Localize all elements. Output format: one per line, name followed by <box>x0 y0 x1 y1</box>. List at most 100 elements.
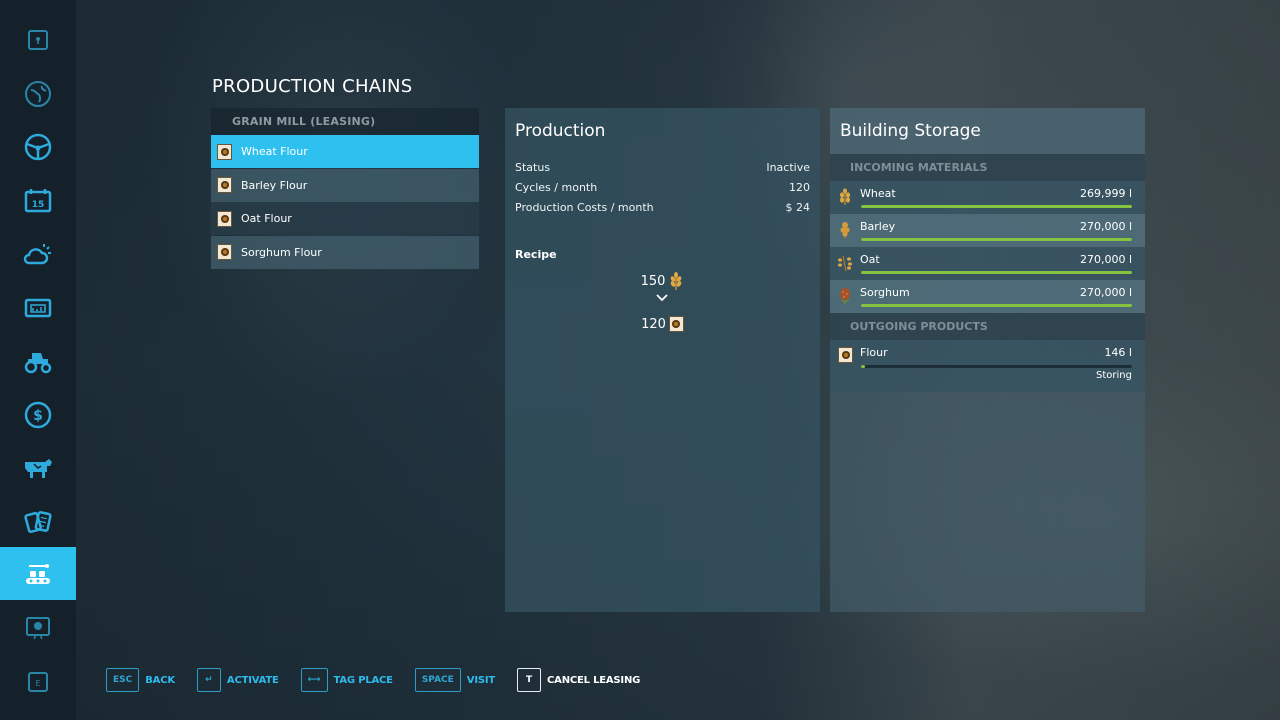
tag-place-button[interactable]: ⟷ TAG PLACE <box>300 668 393 692</box>
sidebar-item-production[interactable] <box>0 547 76 600</box>
barley-icon <box>840 222 850 238</box>
fill-bar <box>861 304 1132 307</box>
chain-item-label: Sorghum Flour <box>241 245 322 259</box>
production-title: Production <box>515 121 606 141</box>
tractor-icon <box>24 352 52 373</box>
chain-item-label: Wheat Flour <box>241 145 308 158</box>
sidebar-item-help[interactable] <box>0 601 76 654</box>
material-row-wheat[interactable]: Wheat 269,999 l <box>830 181 1145 214</box>
key-t: T <box>517 668 542 692</box>
cycles-value: 120 <box>789 181 810 194</box>
chain-item-sorghum-flour[interactable]: Sorghum Flour <box>211 235 479 269</box>
chevron-down-icon <box>656 294 668 302</box>
footer-hints: ESC BACK ↵ ACTIVATE ⟷ TAG PLACE SPACE VI… <box>106 668 662 692</box>
material-amount: 270,000 l <box>1079 286 1132 299</box>
fill-bar-level <box>861 238 1132 241</box>
production-chains-icon <box>26 563 50 584</box>
flour-icon <box>217 143 232 160</box>
fill-bar <box>861 205 1132 208</box>
building-storage-panel: Building Storage INCOMING MATERIALS Whea… <box>830 108 1145 612</box>
svg-text:$: $ <box>33 408 43 424</box>
material-row-oat[interactable]: Oat 270,000 l <box>830 247 1145 280</box>
wheat-icon <box>671 272 682 290</box>
hint-label: CANCEL LEASING <box>547 674 641 686</box>
fill-bar <box>861 271 1132 274</box>
steering-wheel-icon <box>24 133 52 160</box>
statistics-icon <box>24 298 52 317</box>
incoming-materials-header: INCOMING MATERIALS <box>830 154 1145 181</box>
status-label: Status <box>515 161 551 174</box>
costs-value: $ 24 <box>785 201 811 214</box>
map-icon <box>28 29 48 50</box>
chain-item-barley-flour[interactable]: Barley Flour <box>211 168 479 202</box>
hint-label: ACTIVATE <box>226 674 279 686</box>
product-row-flour[interactable]: Flour 146 l Storing <box>830 340 1145 392</box>
flour-icon <box>217 177 232 193</box>
sidebar-item-calendar[interactable]: 15 <box>0 174 76 227</box>
production-panel: Production Status Inactive Cycles / mont… <box>505 108 820 612</box>
fill-bar <box>861 238 1132 241</box>
material-name: Sorghum <box>860 286 910 299</box>
material-name: Barley <box>860 220 896 233</box>
material-row-sorghum[interactable]: Sorghum 270,000 l <box>830 280 1145 313</box>
sidebar-item-garage[interactable] <box>0 334 76 387</box>
help-icon <box>26 616 50 639</box>
wheat-icon <box>840 188 850 205</box>
recipe-input: 150 <box>505 271 820 291</box>
sidebar-item-animals[interactable] <box>0 441 76 494</box>
hint-label: BACK <box>145 674 175 686</box>
key-space: SPACE <box>414 668 461 692</box>
fill-bar <box>861 365 1132 368</box>
sidebar-item-map[interactable] <box>0 13 76 66</box>
status-value: Inactive <box>766 161 810 174</box>
flour-icon <box>217 210 232 227</box>
sidebar-item-statistics[interactable] <box>0 281 76 334</box>
material-name: Oat <box>860 253 880 266</box>
material-amount: 269,999 l <box>1079 187 1132 200</box>
material-row-barley[interactable]: Barley 270,000 l <box>830 214 1145 247</box>
material-amount: 270,000 l <box>1079 220 1132 233</box>
weather-icon <box>23 243 51 264</box>
contracts-icon <box>24 510 52 533</box>
calendar-icon: 15 <box>24 188 52 212</box>
hint-label: VISIT <box>466 674 496 686</box>
outgoing-products-header: OUTGOING PRODUCTS <box>830 313 1145 340</box>
sidebar-item-overview[interactable] <box>0 67 76 120</box>
cancel-leasing-button[interactable]: T CANCEL LEASING <box>517 668 640 692</box>
chain-group-header: GRAIN MILL (LEASING) <box>211 108 479 135</box>
svg-text:E: E <box>35 679 40 688</box>
product-name: Flour <box>860 346 888 359</box>
chain-item-oat-flour[interactable]: Oat Flour <box>211 202 479 235</box>
key-esc: ESC <box>106 668 140 692</box>
sorghum-icon <box>840 288 850 304</box>
sidebar-item-finances[interactable]: $ <box>0 388 76 441</box>
sidebar-item-contracts[interactable] <box>0 495 76 548</box>
flour-icon <box>668 316 684 332</box>
key-tab: ⟷ <box>300 668 328 692</box>
fill-bar-level <box>861 271 1132 274</box>
cow-icon <box>25 458 52 478</box>
chain-item-label: Barley Flour <box>241 178 308 192</box>
costs-row: Production Costs / month $ 24 <box>515 201 810 214</box>
hint-label: TAG PLACE <box>333 674 393 686</box>
material-name: Wheat <box>860 187 896 200</box>
sidebar-item-vehicles[interactable] <box>0 120 76 173</box>
cycles-row: Cycles / month 120 <box>515 181 810 194</box>
sidebar-item-weather[interactable] <box>0 227 76 280</box>
storage-title: Building Storage <box>840 121 981 141</box>
recipe-label: Recipe <box>515 248 557 261</box>
oat-icon <box>838 255 852 272</box>
chain-item-label: Oat Flour <box>241 212 292 225</box>
visit-button[interactable]: SPACE VISIT <box>414 668 496 692</box>
activate-button[interactable]: ↵ ACTIVATE <box>196 668 279 692</box>
flour-icon <box>838 347 853 363</box>
sidebar-item-e-key[interactable]: E <box>0 655 76 708</box>
key-e-icon: E <box>28 671 48 692</box>
fill-bar-level <box>861 304 1132 307</box>
chain-item-wheat-flour[interactable]: Wheat Flour <box>211 135 479 168</box>
back-button[interactable]: ESC BACK <box>106 668 175 692</box>
recipe-output: 120 <box>505 316 820 332</box>
recipe-output-amount: 120 <box>641 316 666 332</box>
page-title: PRODUCTION CHAINS <box>212 76 413 97</box>
flour-icon <box>217 244 232 260</box>
